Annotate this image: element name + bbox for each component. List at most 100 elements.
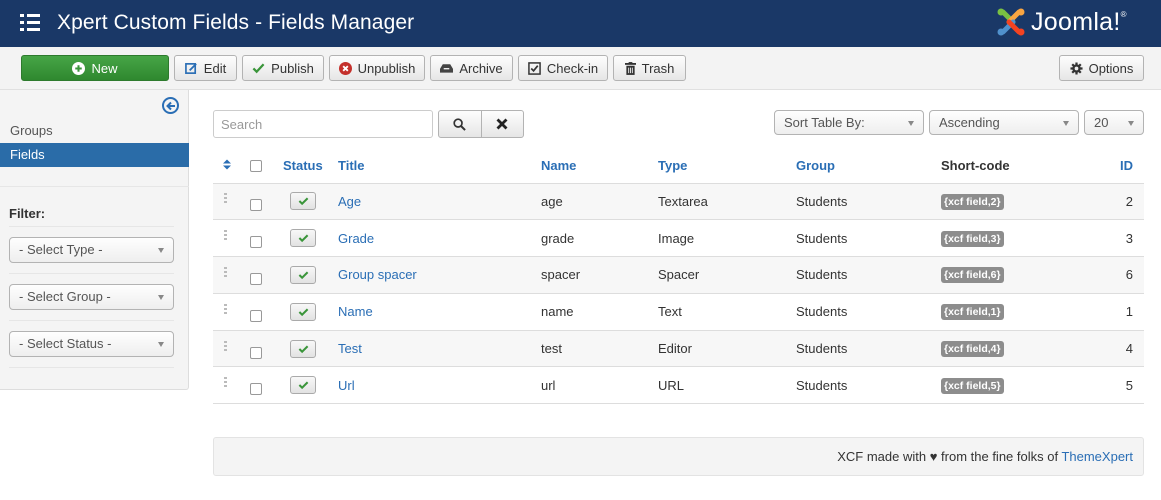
caret-down-icon	[1063, 121, 1069, 126]
title-column-header[interactable]: Title	[338, 148, 541, 184]
trash-button[interactable]: Trash	[613, 55, 686, 81]
edit-button[interactable]: Edit	[174, 55, 237, 81]
list-limit-select[interactable]: 20	[1084, 110, 1144, 135]
ordering-column-header[interactable]	[213, 148, 250, 184]
check-icon	[298, 345, 309, 353]
row-checkbox[interactable]	[250, 309, 262, 322]
row-checkbox[interactable]	[250, 199, 262, 212]
name-cell: age	[541, 183, 658, 221]
joomla-logo-text: Joomla!®	[1031, 7, 1127, 36]
title-cell: Test	[338, 330, 541, 368]
publish-toggle-button[interactable]	[290, 376, 316, 395]
archive-button[interactable]: Archive	[430, 55, 513, 81]
status-cell	[283, 256, 338, 294]
table-header-row: Status Title Name Type Group Short-code …	[213, 148, 1144, 184]
status-cell	[283, 183, 338, 221]
sort-direction-select[interactable]: Ascending	[929, 110, 1079, 135]
select-all-checkbox[interactable]	[250, 160, 262, 173]
publish-toggle-button[interactable]	[290, 229, 316, 248]
type-cell: Spacer	[658, 256, 796, 294]
row-select-cell	[250, 256, 283, 294]
drag-handle-icon[interactable]	[224, 267, 227, 279]
name-column-header[interactable]: Name	[541, 148, 658, 184]
field-title-link[interactable]: Test	[338, 341, 362, 356]
publish-toggle-button[interactable]	[290, 302, 316, 321]
type-cell: URL	[658, 366, 796, 405]
select-group-filter[interactable]: - Select Group -	[9, 284, 174, 310]
shortcode-badge: {xcf field,2}	[941, 193, 1004, 210]
group-cell: Students	[796, 219, 941, 258]
field-title-link[interactable]: Url	[338, 378, 355, 393]
unpublish-button[interactable]: Unpublish	[329, 55, 425, 81]
shortcode-badge: {xcf field,5}	[941, 377, 1004, 394]
drag-handle-icon[interactable]	[224, 340, 227, 353]
sort-icon	[223, 159, 231, 170]
shortcode-column-header: Short-code	[941, 148, 1091, 184]
select-status-filter[interactable]: - Select Status -	[9, 331, 174, 357]
table-row: Test test Editor Students {xcf field,4} …	[213, 330, 1144, 368]
id-cell: 4	[1091, 330, 1144, 368]
publish-toggle-button[interactable]	[290, 339, 316, 358]
type-column-header[interactable]: Type	[658, 148, 796, 184]
shortcode-badge: {xcf field,4}	[941, 341, 1004, 358]
select-type-filter[interactable]: - Select Type -	[9, 237, 174, 263]
drag-handle-icon[interactable]	[224, 193, 227, 205]
table-row: Url url URL Students {xcf field,5} 5	[213, 366, 1144, 405]
row-checkbox[interactable]	[250, 236, 262, 249]
sidebar-item-groups[interactable]: Groups	[0, 119, 189, 143]
options-button[interactable]: Options	[1059, 55, 1144, 81]
shortcode-cell: {xcf field,1}	[941, 293, 1091, 331]
id-column-header[interactable]: ID	[1091, 148, 1144, 184]
clear-search-button[interactable]	[480, 111, 524, 137]
check-icon	[298, 381, 309, 390]
sort-table-by-select[interactable]: Sort Table By:	[774, 110, 924, 135]
group-cell: Students	[796, 293, 941, 331]
publish-toggle-button[interactable]	[290, 265, 316, 284]
row-checkbox[interactable]	[250, 346, 262, 359]
search-input[interactable]	[213, 110, 433, 138]
status-cell	[283, 219, 338, 258]
name-cell: test	[541, 330, 658, 368]
drag-handle-icon[interactable]	[224, 377, 227, 389]
archive-icon	[440, 64, 454, 73]
search-button[interactable]	[439, 111, 481, 137]
status-cell	[283, 293, 338, 331]
group-column-header[interactable]: Group	[796, 148, 941, 184]
caret-down-icon	[158, 295, 164, 300]
status-column-header[interactable]: Status	[283, 148, 338, 184]
checkbox-icon	[528, 61, 541, 75]
field-title-link[interactable]: Grade	[338, 231, 374, 246]
filter-label: Filter:	[9, 206, 46, 221]
list-menu-icon[interactable]	[20, 13, 40, 33]
new-button[interactable]: New	[21, 55, 169, 81]
shortcode-badge: {xcf field,3}	[941, 230, 1004, 247]
id-cell: 3	[1091, 219, 1144, 258]
check-icon	[298, 234, 309, 243]
check-in-button[interactable]: Check-in	[518, 55, 608, 81]
field-title-link[interactable]: Group spacer	[338, 267, 417, 282]
name-cell: name	[541, 293, 658, 331]
row-checkbox[interactable]	[250, 273, 262, 286]
collapse-sidebar-button[interactable]	[162, 97, 179, 114]
themexpert-link[interactable]: ThemeXpert	[1061, 449, 1133, 464]
trash-icon	[624, 61, 636, 75]
row-checkbox[interactable]	[250, 383, 262, 396]
status-cell	[283, 366, 338, 405]
field-title-link[interactable]: Name	[338, 304, 373, 319]
check-icon	[298, 271, 309, 280]
joomla-logo[interactable]: Joomla!®	[995, 6, 1127, 38]
drag-handle-cell	[213, 183, 250, 221]
sidebar-item-fields[interactable]: Fields	[0, 143, 189, 167]
check-icon	[298, 308, 309, 316]
title-cell: Grade	[338, 219, 541, 258]
shortcode-cell: {xcf field,6}	[941, 256, 1091, 294]
caret-down-icon	[158, 342, 164, 347]
app-header: Xpert Custom Fields - Fields Manager Joo…	[0, 0, 1161, 47]
publish-button[interactable]: Publish	[242, 55, 324, 81]
drag-handle-icon[interactable]	[224, 230, 227, 242]
joomla-logo-icon	[997, 8, 1025, 36]
drag-handle-icon[interactable]	[224, 303, 227, 316]
drag-handle-cell	[213, 366, 250, 405]
publish-toggle-button[interactable]	[290, 192, 316, 211]
field-title-link[interactable]: Age	[338, 194, 361, 209]
